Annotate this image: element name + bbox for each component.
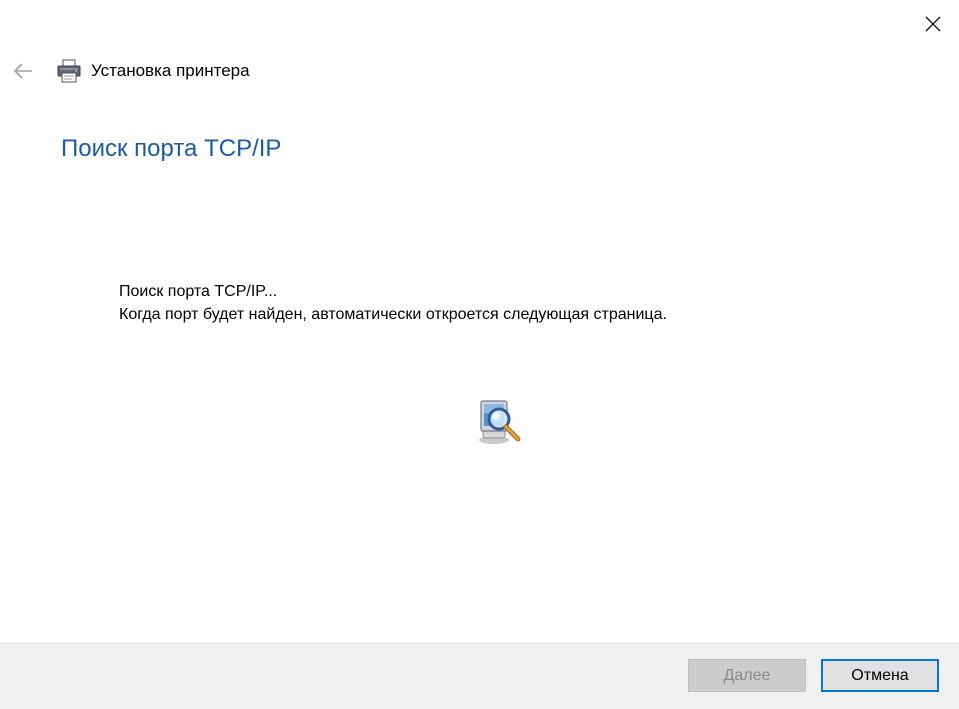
close-button[interactable] [914, 6, 952, 42]
status-line-info: Когда порт будет найден, автоматически о… [119, 306, 667, 323]
dialog-footer: Далее Отмена [0, 643, 959, 709]
page-title: Поиск порта TCP/IP [61, 135, 282, 162]
status-line-searching: Поиск порта TCP/IP... [119, 283, 278, 300]
window-title: Установка принтера [91, 61, 250, 80]
printer-icon [56, 58, 82, 84]
close-icon [925, 16, 941, 32]
back-arrow-icon [13, 63, 32, 79]
printer-setup-window: Установка принтера Поиск порта TCP/IP По… [0, 0, 959, 709]
cancel-button[interactable]: Отмена [821, 659, 939, 692]
network-search-icon [472, 393, 528, 449]
status-message: Поиск порта TCP/IP... Когда порт будет н… [119, 280, 667, 326]
next-button[interactable]: Далее [688, 659, 806, 692]
back-button[interactable] [8, 57, 38, 85]
